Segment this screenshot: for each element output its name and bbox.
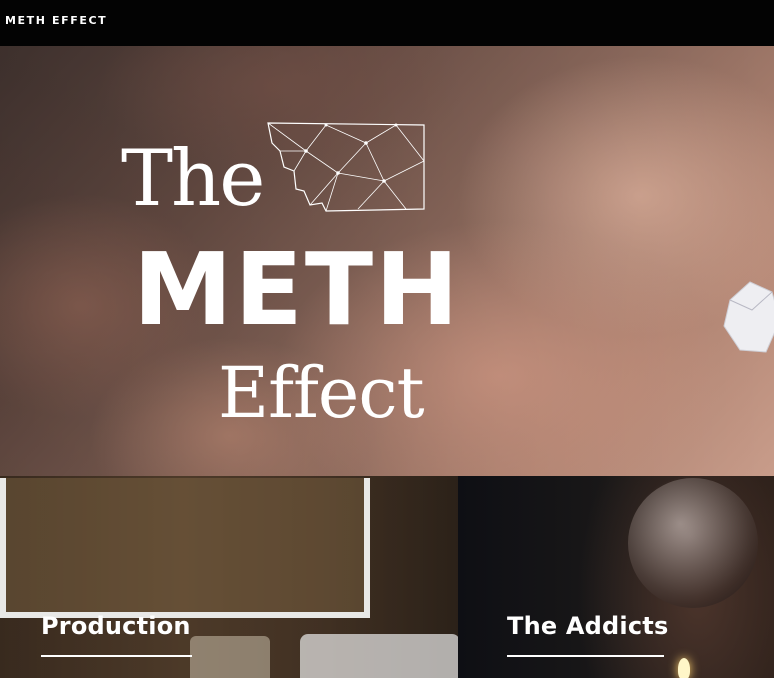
production-section-card[interactable]: Production — [0, 476, 458, 678]
logo-word-meth: METH — [133, 231, 461, 348]
montana-map-icon — [267, 122, 425, 212]
top-nav-bar: METH EFFECT — [0, 0, 774, 46]
addicts-title-underline — [507, 655, 664, 657]
bag-image — [190, 636, 270, 678]
glass-pipe-image — [628, 478, 758, 608]
addicts-section-card[interactable]: The Addicts — [458, 476, 774, 678]
logo-word-the: The — [121, 134, 265, 224]
production-title-underline — [41, 655, 192, 657]
tray-image — [0, 478, 370, 618]
hero-banner: The METH Effect — [0, 46, 774, 476]
lighter-flame-image — [678, 658, 690, 678]
logo-word-effect: Effect — [218, 352, 425, 434]
production-section-title: Production — [41, 612, 191, 640]
addicts-section-title: The Addicts — [507, 612, 669, 640]
site-brand-link[interactable]: METH EFFECT — [5, 14, 107, 27]
crystal-image — [723, 281, 774, 353]
bag-image — [300, 634, 458, 678]
